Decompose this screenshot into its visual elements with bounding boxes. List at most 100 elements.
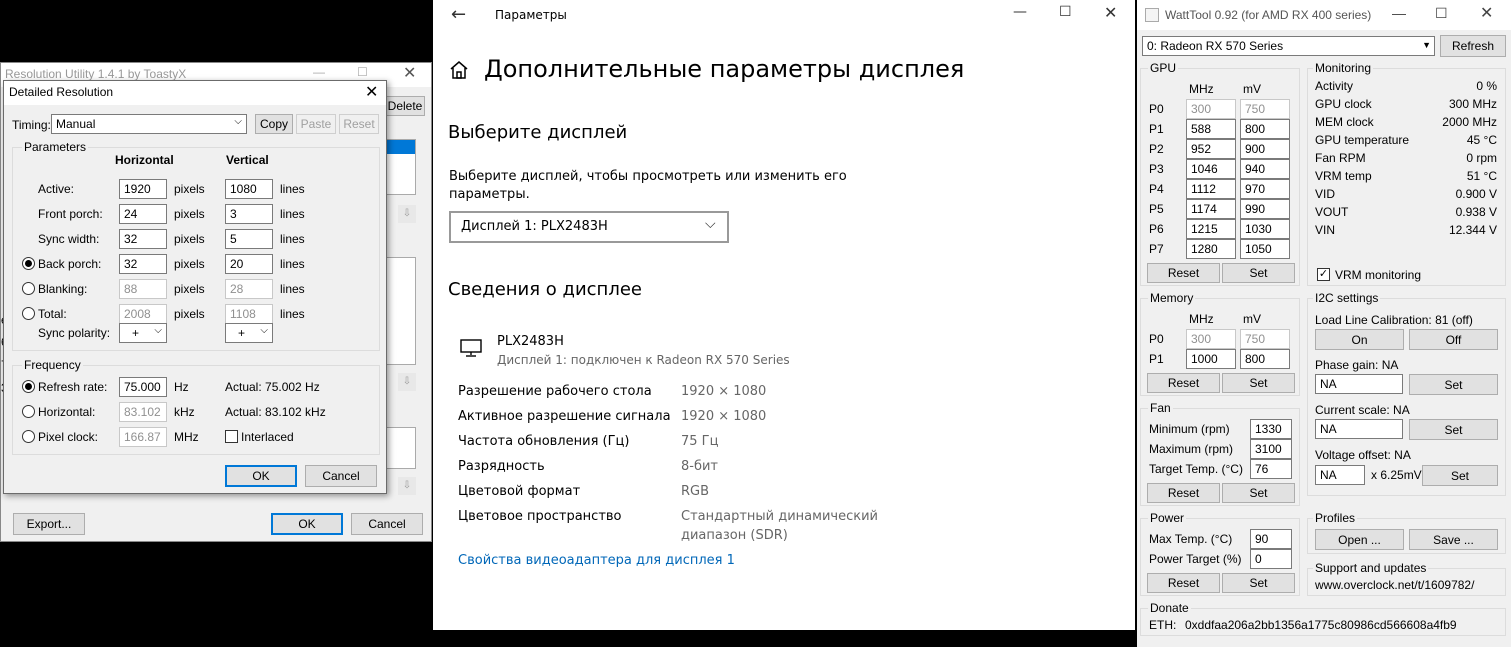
gpu-mhz-input[interactable]: 300 — [1186, 99, 1236, 119]
close-icon[interactable]: ✕ — [1104, 3, 1117, 22]
sync-v-select[interactable]: + ⌵ — [225, 323, 273, 343]
voltage-offset-input[interactable]: NA — [1315, 465, 1365, 485]
timing-select[interactable]: Manual ⌵ — [51, 114, 247, 134]
memory-set-button[interactable]: Set — [1222, 373, 1295, 393]
refresh-button[interactable]: Refresh — [1440, 35, 1506, 57]
scroll-down-icon[interactable]: ⇩ — [398, 477, 416, 495]
gpu-mv-input[interactable]: 940 — [1240, 159, 1290, 179]
horizontal-freq-input[interactable]: 83.102 — [119, 402, 167, 422]
minimize-icon[interactable]: — — [313, 65, 325, 79]
reset-button[interactable]: Reset — [339, 114, 379, 134]
fan-min-input[interactable]: 1330 — [1250, 419, 1292, 439]
gpu-mhz-input[interactable]: 1112 — [1186, 179, 1236, 199]
current-scale-input[interactable]: NA — [1315, 419, 1403, 439]
pixel-clock-input[interactable]: 166.87 — [119, 427, 167, 447]
refresh-rate-radio[interactable] — [22, 380, 35, 393]
display-dropdown[interactable]: Дисплей 1: PLX2483H ⌵ — [449, 211, 729, 243]
gpu-mv-input[interactable]: 900 — [1240, 139, 1290, 159]
close-icon[interactable]: ✕ — [403, 63, 416, 83]
gpu-mv-input[interactable]: 970 — [1240, 179, 1290, 199]
export-button[interactable]: Export... — [13, 513, 85, 535]
gpu-mv-input[interactable]: 800 — [1240, 119, 1290, 139]
fan-reset-button[interactable]: Reset — [1147, 483, 1220, 503]
dialog-cancel-button[interactable]: Cancel — [305, 465, 377, 487]
gpu-mhz-input[interactable]: 1174 — [1186, 199, 1236, 219]
gpu-mv-input[interactable]: 750 — [1240, 99, 1290, 119]
llc-on-button[interactable]: On — [1315, 329, 1404, 350]
main-cancel-button[interactable]: Cancel — [351, 513, 423, 535]
gpu-mhz-input[interactable]: 588 — [1186, 119, 1236, 139]
gpu-mhz-input[interactable]: 1046 — [1186, 159, 1236, 179]
gpu-reset-button[interactable]: Reset — [1147, 263, 1220, 283]
profile-save-button[interactable]: Save ... — [1409, 529, 1498, 550]
memory-mhz-input[interactable]: 300 — [1186, 329, 1236, 349]
profile-open-button[interactable]: Open ... — [1315, 529, 1404, 550]
scroll-down-icon[interactable]: ⇩ — [398, 205, 416, 223]
dialog-ok-button[interactable]: OK — [225, 465, 297, 487]
back-arrow-icon[interactable]: ← — [451, 4, 466, 25]
param-vertical-input[interactable]: 20 — [225, 254, 273, 274]
max-temp-input[interactable]: 90 — [1250, 529, 1292, 549]
minimize-icon[interactable]: — — [1392, 5, 1406, 21]
param-horizontal-input[interactable]: 24 — [119, 204, 167, 224]
main-ok-button[interactable]: OK — [271, 513, 343, 535]
maximize-icon[interactable]: ☐ — [1435, 5, 1448, 22]
fan-set-button[interactable]: Set — [1222, 483, 1295, 503]
param-horizontal-input[interactable]: 2008 — [119, 304, 167, 324]
param-vertical-input[interactable]: 28 — [225, 279, 273, 299]
param-radio[interactable] — [22, 282, 35, 295]
gpu-mhz-input[interactable]: 952 — [1186, 139, 1236, 159]
gpu-mv-input[interactable]: 1030 — [1240, 219, 1290, 239]
home-icon[interactable] — [449, 60, 469, 80]
fan-max-input[interactable]: 3100 — [1250, 439, 1292, 459]
param-horizontal-input[interactable]: 32 — [119, 254, 167, 274]
vrm-monitoring-checkbox[interactable]: ✓ — [1317, 268, 1330, 281]
memory-mv-input[interactable]: 750 — [1240, 329, 1290, 349]
param-horizontal-input[interactable]: 32 — [119, 229, 167, 249]
copy-button[interactable]: Copy — [255, 114, 293, 134]
minimize-icon[interactable]: — — [1013, 4, 1027, 20]
phase-gain-input[interactable]: NA — [1315, 374, 1403, 394]
list-box-1[interactable] — [385, 139, 416, 195]
gpu-mv-input[interactable]: 990 — [1240, 199, 1290, 219]
delete-button[interactable]: Delete — [385, 96, 425, 116]
param-vertical-input[interactable]: 3 — [225, 204, 273, 224]
param-vertical-input[interactable]: 1108 — [225, 304, 273, 324]
maximize-icon[interactable]: ☐ — [357, 65, 368, 79]
close-icon[interactable]: ✕ — [365, 82, 378, 102]
param-radio[interactable] — [22, 307, 35, 320]
llc-off-button[interactable]: Off — [1409, 329, 1498, 350]
list-box-3[interactable] — [385, 427, 416, 469]
pixel-clock-radio[interactable] — [22, 430, 35, 443]
sync-h-select[interactable]: + ⌵ — [119, 323, 167, 343]
interlaced-checkbox[interactable] — [225, 430, 238, 443]
memory-mv-input[interactable]: 800 — [1240, 349, 1290, 369]
maximize-icon[interactable]: ☐ — [1059, 4, 1072, 20]
phase-gain-set-button[interactable]: Set — [1409, 374, 1498, 395]
memory-reset-button[interactable]: Reset — [1147, 373, 1220, 393]
power-reset-button[interactable]: Reset — [1147, 573, 1220, 593]
voltage-offset-set-button[interactable]: Set — [1422, 465, 1498, 486]
param-horizontal-input[interactable]: 1920 — [119, 179, 167, 199]
gpu-set-button[interactable]: Set — [1222, 263, 1295, 283]
param-vertical-input[interactable]: 5 — [225, 229, 273, 249]
selected-row[interactable] — [386, 140, 415, 154]
current-scale-set-button[interactable]: Set — [1409, 419, 1498, 440]
memory-mhz-input[interactable]: 1000 — [1186, 349, 1236, 369]
list-box-2[interactable] — [385, 257, 416, 365]
support-link[interactable]: www.overclock.net/t/1609782/ — [1315, 578, 1474, 592]
gpu-mhz-input[interactable]: 1215 — [1186, 219, 1236, 239]
gpu-select[interactable]: 0: Radeon RX 570 Series ▼ — [1142, 36, 1435, 56]
power-set-button[interactable]: Set — [1222, 573, 1295, 593]
horizontal-radio[interactable] — [22, 405, 35, 418]
close-icon[interactable]: ✕ — [1480, 3, 1493, 23]
param-horizontal-input[interactable]: 88 — [119, 279, 167, 299]
paste-button[interactable]: Paste — [296, 114, 336, 134]
param-radio[interactable] — [22, 257, 35, 270]
fan-target-input[interactable]: 76 — [1250, 459, 1292, 479]
adapter-properties-link[interactable]: Свойства видеоадаптера для дисплея 1 — [458, 553, 735, 568]
gpu-mhz-input[interactable]: 1280 — [1186, 239, 1236, 259]
param-vertical-input[interactable]: 1080 — [225, 179, 273, 199]
power-target-input[interactable]: 0 — [1250, 549, 1292, 569]
refresh-rate-input[interactable]: 75.000 — [119, 377, 167, 397]
